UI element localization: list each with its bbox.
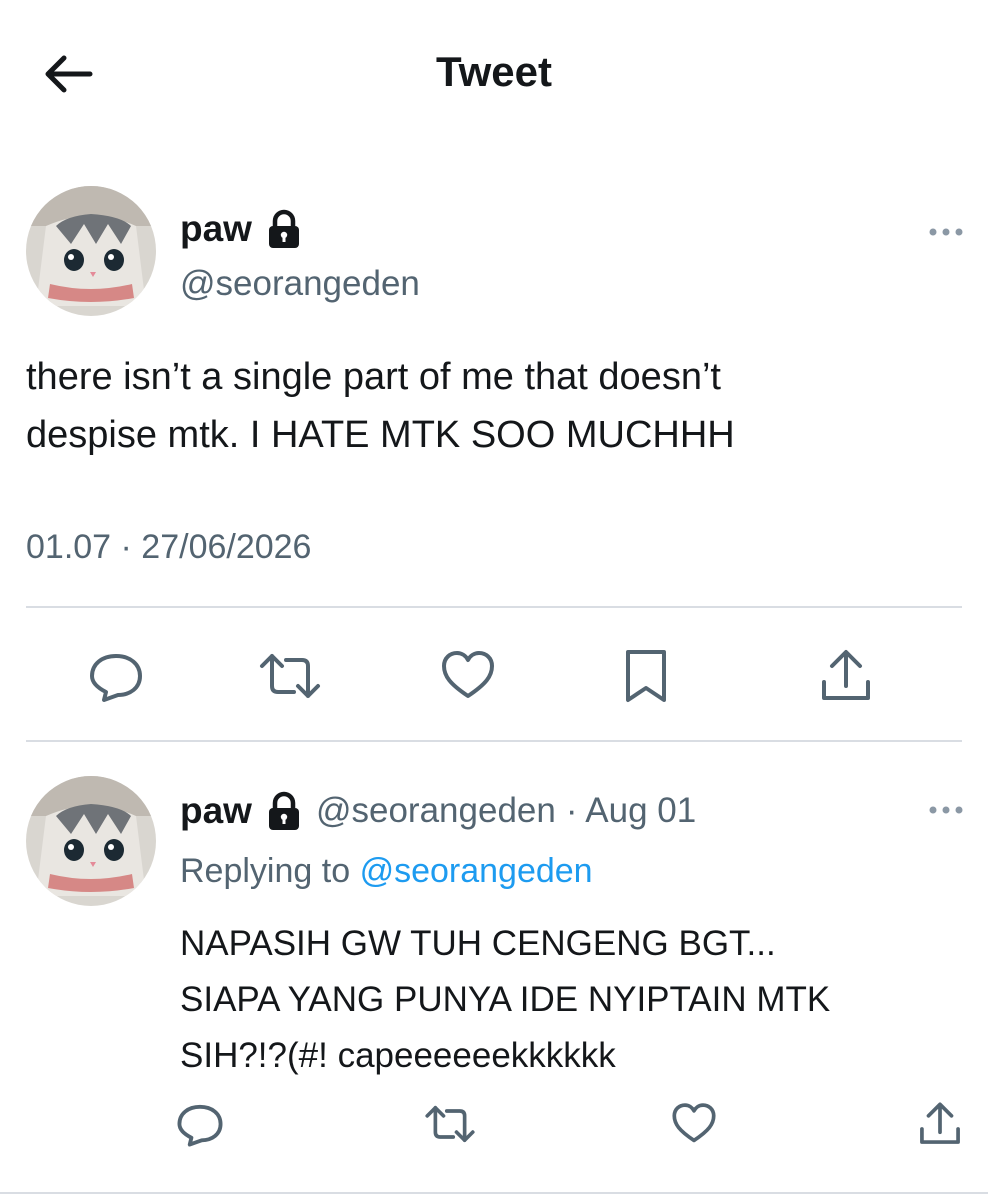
reply-header-row: paw @seorangeden · Aug 01 [180, 790, 696, 832]
replying-to-label: Replying to [180, 852, 351, 890]
share-button[interactable] [814, 644, 878, 708]
retweet-button[interactable] [420, 1096, 480, 1152]
reply-button[interactable] [84, 644, 148, 708]
divider [26, 606, 962, 608]
more-horizontal-icon [929, 806, 963, 814]
replying-to-line: Replying to @seorangeden [180, 852, 593, 891]
tweet-text-line: there isn’t a single part of me that doe… [26, 356, 721, 398]
reply-author-name: paw [180, 790, 252, 831]
retweet-icon [425, 1105, 475, 1143]
author-name: paw [180, 208, 252, 249]
share-icon [822, 650, 870, 700]
more-options-button[interactable] [926, 224, 966, 240]
retweet-icon [260, 654, 320, 698]
heart-icon [672, 1103, 716, 1143]
reply-author-handle[interactable]: @seorangeden [316, 791, 556, 831]
avatar[interactable] [26, 776, 156, 906]
replying-to-mention[interactable]: @seorangeden [360, 852, 593, 890]
like-button[interactable] [666, 1096, 722, 1152]
avatar[interactable] [26, 186, 156, 316]
author-handle[interactable]: @seorangeden [180, 264, 420, 304]
share-icon [920, 1102, 960, 1144]
reply-author-name-wrap[interactable]: paw [180, 790, 302, 832]
reply-button[interactable] [172, 1096, 228, 1152]
lock-icon [268, 209, 299, 248]
lock-icon [268, 791, 299, 830]
bookmark-icon [626, 650, 666, 702]
more-options-button[interactable] [926, 802, 966, 818]
author-name-row[interactable]: paw [180, 208, 302, 250]
reply-text-line: SIAPA YANG PUNYA IDE NYIPTAIN MTK [180, 980, 831, 1019]
divider [0, 1192, 988, 1194]
tweet-text-line: despise mtk. I HATE MTK SOO MUCHHH [26, 414, 735, 456]
cat-avatar-image [26, 186, 156, 316]
reply-date[interactable]: · Aug 01 [566, 791, 696, 831]
page-title: Tweet [436, 48, 552, 95]
reply-text-line: SIH?!?(#! capeeeeeekkkkkk [180, 1036, 616, 1075]
divider [26, 740, 962, 742]
more-horizontal-icon [929, 228, 963, 236]
bookmark-button[interactable] [614, 644, 678, 708]
tweet-timestamp[interactable]: 01.07 · 27/06/2026 [26, 528, 311, 567]
reply-text-line: NAPASIH GW TUH CENGENG BGT... [180, 924, 776, 963]
reply-bubble-icon [90, 654, 142, 702]
like-button[interactable] [436, 644, 500, 708]
cat-avatar-image [26, 776, 156, 906]
retweet-button[interactable] [258, 644, 322, 708]
heart-icon [442, 651, 494, 698]
reply-bubble-icon [177, 1104, 223, 1147]
tweet-text: there isn’t a single part of me that doe… [26, 348, 966, 464]
reply-text: NAPASIH GW TUH CENGENG BGT... SIAPA YANG… [180, 916, 970, 1084]
share-button[interactable] [912, 1096, 968, 1152]
